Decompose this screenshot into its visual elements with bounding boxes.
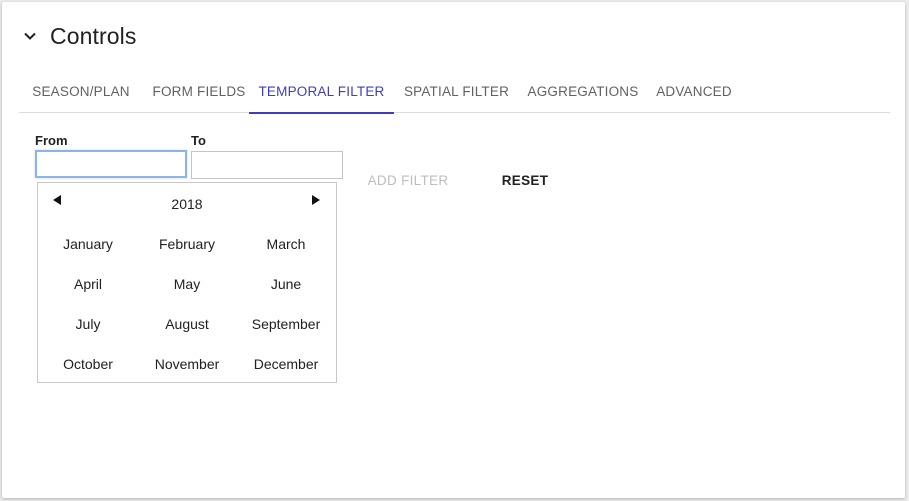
tab-label: FORM FIELDS	[152, 83, 246, 99]
active-tab-indicator	[249, 112, 394, 114]
triangle-right-icon[interactable]	[311, 194, 321, 209]
month-october[interactable]: October	[38, 350, 138, 378]
tab-season-plan[interactable]: SEASON/PLAN	[19, 69, 143, 113]
section-title: Controls	[50, 22, 137, 49]
month-june[interactable]: June	[236, 270, 336, 298]
chevron-down-icon[interactable]	[22, 28, 38, 44]
from-label: From	[35, 133, 68, 148]
month-july[interactable]: July	[38, 310, 138, 338]
month-picker: 2018 January February March April May Ju…	[37, 182, 337, 383]
month-may[interactable]: May	[137, 270, 237, 298]
month-september[interactable]: September	[236, 310, 336, 338]
tab-form-fields[interactable]: FORM FIELDS	[143, 69, 255, 113]
tab-label: TEMPORAL FILTER	[258, 83, 385, 99]
month-february[interactable]: February	[137, 230, 237, 258]
month-november[interactable]: November	[137, 350, 237, 378]
month-march[interactable]: March	[236, 230, 336, 258]
tab-label: ADVANCED	[656, 83, 732, 99]
month-december[interactable]: December	[236, 350, 336, 378]
from-date-input[interactable]	[35, 150, 187, 178]
month-january[interactable]: January	[38, 230, 138, 258]
to-label: To	[191, 133, 206, 148]
tab-bar: SEASON/PLAN FORM FIELDS TEMPORAL FILTER …	[19, 69, 890, 114]
tab-label: AGGREGATIONS	[527, 83, 639, 99]
add-filter-button[interactable]: ADD FILTER	[362, 168, 454, 192]
tab-spatial-filter[interactable]: SPATIAL FILTER	[394, 69, 519, 113]
tab-label: SEASON/PLAN	[32, 83, 130, 99]
reset-button[interactable]: RESET	[494, 168, 556, 192]
tab-temporal-filter[interactable]: TEMPORAL FILTER	[249, 69, 394, 114]
month-august[interactable]: August	[137, 310, 237, 338]
tab-label: SPATIAL FILTER	[403, 83, 510, 99]
controls-panel: Controls SEASON/PLAN FORM FIELDS TEMPORA…	[2, 2, 905, 498]
picker-year: 2018	[171, 196, 203, 212]
month-april[interactable]: April	[38, 270, 138, 298]
controls-header: Controls	[22, 21, 136, 51]
tab-aggregations[interactable]: AGGREGATIONS	[519, 69, 647, 113]
to-date-input[interactable]	[191, 151, 343, 179]
tab-advanced[interactable]: ADVANCED	[647, 69, 741, 113]
